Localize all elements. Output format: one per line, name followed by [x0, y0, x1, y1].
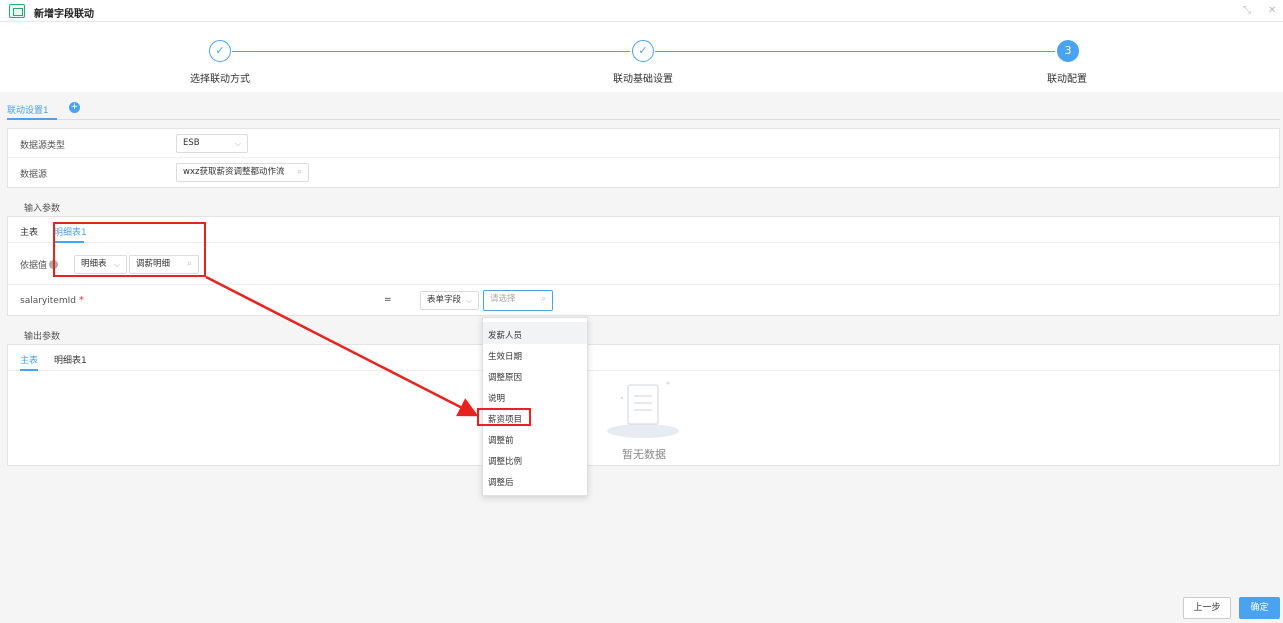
- basis-label: 依据值: [20, 261, 48, 271]
- tab-link-setting-1[interactable]: 联动设置1: [7, 103, 49, 116]
- datasource-type-label: 数据源类型: [20, 141, 66, 151]
- step-1-check-icon: ✓: [209, 40, 231, 62]
- empty-state-text: 暂无数据: [622, 448, 666, 461]
- title-bar: 新增字段联动 ⤡ ✕: [0, 0, 1283, 22]
- datasource-label: 数据源: [20, 170, 48, 180]
- search-icon: ⌕: [296, 167, 302, 177]
- active-tab-indicator: [7, 118, 57, 120]
- salaryitem-row: salaryitemId * = 表单字段 ⌵ 请选择 ⌕: [8, 285, 1279, 316]
- step-2-label: 联动基础设置: [613, 74, 673, 85]
- previous-step-button[interactable]: 上一步: [1183, 597, 1231, 619]
- field-type-select[interactable]: 表单字段 ⌵: [420, 291, 479, 310]
- dropdown-item[interactable]: 调整后: [488, 476, 514, 488]
- output-params-tabs: 主表 明细表1: [8, 345, 1279, 371]
- datasource-value: wxz获取薪资调整都动作流: [183, 167, 285, 177]
- dropdown-item[interactable]: 说明: [488, 392, 505, 404]
- tab-main-table[interactable]: 主表: [20, 225, 38, 238]
- dropdown-item[interactable]: 调整比例: [488, 455, 522, 467]
- search-icon: ⌕: [540, 294, 546, 304]
- field-type-value: 表单字段: [427, 295, 462, 305]
- output-params-title: 输出参数: [24, 332, 61, 342]
- link-settings-tabs: 联动设置1 +: [7, 98, 1280, 120]
- window-title: 新增字段联动: [34, 9, 94, 20]
- annotation-box-salary-item: [477, 408, 531, 426]
- field-dropdown-menu: 发薪人员 生效日期 调整原因 说明 薪资项目 调整前 调整比例 调整后: [482, 317, 588, 496]
- salaryitem-field-label: salaryitemId *: [20, 295, 84, 306]
- confirm-button[interactable]: 确定: [1239, 597, 1280, 619]
- datasource-card: 数据源类型 ESB ⌵ 数据源 wxz获取薪资调整都动作流 ⌕: [7, 128, 1280, 188]
- close-icon[interactable]: ✕: [1268, 5, 1276, 16]
- required-mark: *: [78, 295, 84, 306]
- minimize-icon[interactable]: ⤡: [1243, 5, 1251, 16]
- input-params-title: 输入参数: [24, 204, 61, 214]
- datasource-type-value: ESB: [183, 138, 200, 148]
- dropdown-item[interactable]: 调整前: [488, 434, 514, 446]
- chevron-down-icon: ⌵: [234, 139, 241, 148]
- chevron-down-icon: ⌵: [465, 296, 472, 305]
- field-select-input[interactable]: 请选择 ⌕: [483, 290, 553, 311]
- plus-icon[interactable]: +: [69, 102, 80, 113]
- datasource-input[interactable]: wxz获取薪资调整都动作流 ⌕: [176, 163, 309, 182]
- step-1-label: 选择联动方式: [190, 74, 250, 85]
- step-connector-1: [232, 51, 630, 52]
- dropdown-item[interactable]: 生效日期: [488, 350, 522, 362]
- tab-main-table[interactable]: 主表: [20, 353, 38, 366]
- datasource-type-row: 数据源类型 ESB ⌵: [8, 129, 1279, 158]
- active-tab-indicator: [20, 369, 38, 371]
- step-2-check-icon: ✓: [632, 40, 654, 62]
- annotation-box-basis: [53, 222, 206, 277]
- field-select-placeholder: 请选择: [490, 294, 516, 304]
- step-3-number: 3: [1057, 40, 1079, 62]
- dropdown-item[interactable]: 调整原因: [488, 371, 522, 383]
- datasource-type-select[interactable]: ESB ⌵: [176, 134, 248, 153]
- tab-detail-table-1[interactable]: 明细表1: [54, 353, 87, 366]
- step-3-label: 联动配置: [1047, 74, 1087, 85]
- datasource-row: 数据源 wxz获取薪资调整都动作流 ⌕: [8, 158, 1279, 188]
- dropdown-item[interactable]: 发薪人员: [488, 329, 522, 341]
- table-icon: [9, 4, 25, 18]
- step-connector-2: [655, 51, 1055, 52]
- operator-equals: =: [384, 295, 392, 305]
